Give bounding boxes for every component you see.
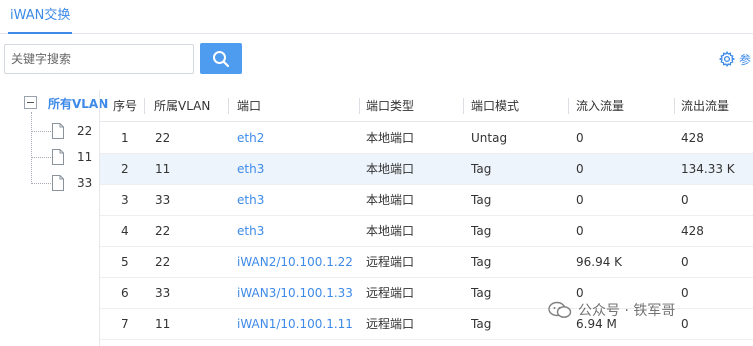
cell-port-mode: Tag [471, 317, 492, 331]
cell-index: 6 [121, 286, 129, 300]
document-icon [52, 149, 64, 165]
cell-vlan: 22 [155, 255, 171, 269]
settings-button[interactable]: 参 [719, 50, 751, 68]
vlan-tree: 所有VLAN 22 11 33 [0, 90, 108, 346]
cell-vlan: 22 [155, 224, 171, 238]
cell-index: 5 [121, 255, 129, 269]
table-row[interactable]: 4 22 eth3 本地端口 Tag 0 428 [100, 216, 753, 247]
tree-node-vlan[interactable]: 33 [31, 174, 92, 192]
cell-inbound-traffic: 0 [576, 131, 584, 145]
cell-outbound-traffic: 0 [681, 317, 689, 331]
cell-port-type: 远程端口 [366, 317, 415, 331]
cell-vlan: 22 [155, 131, 171, 145]
cell-port-mode: Tag [471, 162, 492, 176]
tree-node-label: 22 [77, 124, 93, 138]
cell-vlan: 11 [155, 317, 171, 331]
cell-port-link[interactable]: eth3 [237, 216, 264, 247]
cell-port-mode: Tag [471, 193, 492, 207]
cell-port-link[interactable]: iWAN3/10.100.1.33 [237, 278, 353, 309]
cell-outbound-traffic: 428 [681, 131, 704, 145]
table-row[interactable]: 5 22 iWAN2/10.100.1.22 远程端口 Tag 96.94 K … [100, 247, 753, 278]
cell-index: 2 [121, 162, 129, 176]
column-header-outbound-traffic[interactable]: 流出流量 [681, 90, 729, 122]
search-icon [213, 50, 230, 67]
cell-port-type: 本地端口 [366, 162, 415, 176]
cell-index: 1 [121, 131, 129, 145]
tree-node-label: 11 [77, 150, 93, 164]
gear-icon [719, 51, 735, 67]
column-header-index[interactable]: 序号 [113, 90, 137, 122]
cell-port-type: 本地端口 [366, 193, 415, 207]
cell-port-type: 本地端口 [366, 131, 415, 145]
cell-port-link[interactable]: eth3 [237, 185, 264, 216]
cell-inbound-traffic: 96.94 K [576, 255, 623, 269]
tab-bar: iWAN交换 [0, 0, 753, 34]
table-header: 序号 所属VLAN 端口 端口类型 端口模式 流入流量 流出流量 [100, 90, 753, 122]
cell-index: 4 [121, 224, 129, 238]
cell-outbound-traffic: 0 [681, 286, 689, 300]
tree-node-vlan[interactable]: 22 [31, 122, 92, 140]
table-row[interactable]: 3 33 eth3 本地端口 Tag 0 0 [100, 185, 753, 216]
cell-outbound-traffic: 134.33 K [681, 162, 735, 176]
document-icon [52, 123, 64, 139]
wechat-logo-icon [548, 301, 572, 318]
cell-outbound-traffic: 0 [681, 255, 689, 269]
table-row[interactable]: 2 11 eth3 本地端口 Tag 0 134.33 K [100, 154, 753, 185]
search-input[interactable] [4, 44, 194, 74]
column-header-inbound-traffic[interactable]: 流入流量 [576, 90, 624, 122]
settings-label: 参 [739, 52, 752, 67]
tab-iwan-switch[interactable]: iWAN交换 [8, 6, 73, 34]
cell-port-mode: Tag [471, 224, 492, 238]
cell-vlan: 33 [155, 193, 171, 207]
column-header-port[interactable]: 端口 [237, 90, 261, 122]
cell-port-link[interactable]: eth2 [237, 123, 264, 154]
table-row[interactable]: 1 22 eth2 本地端口 Untag 0 428 [100, 123, 753, 154]
cell-index: 3 [121, 193, 129, 207]
cell-vlan: 33 [155, 286, 171, 300]
cell-outbound-traffic: 0 [681, 193, 689, 207]
column-header-vlan[interactable]: 所属VLAN [154, 90, 210, 122]
cell-inbound-traffic: 0 [576, 193, 584, 207]
cell-port-link[interactable]: iWAN1/10.100.1.11 [237, 309, 353, 340]
cell-port-type: 远程端口 [366, 286, 415, 300]
watermark: 公众号 · 铁军哥 [548, 300, 675, 320]
cell-vlan: 11 [155, 162, 171, 176]
watermark-text: 公众号 · 铁军哥 [578, 303, 676, 319]
cell-port-type: 本地端口 [366, 224, 415, 238]
cell-port-type: 远程端口 [366, 255, 415, 269]
cell-port-link[interactable]: iWAN2/10.100.1.22 [237, 247, 353, 278]
cell-outbound-traffic: 428 [681, 224, 704, 238]
tree-node-label: 33 [77, 176, 93, 190]
document-icon [52, 175, 64, 191]
tree-node-vlan[interactable]: 11 [31, 148, 92, 166]
cell-index: 7 [121, 317, 129, 331]
cell-inbound-traffic: 0 [576, 162, 584, 176]
cell-port-mode: Untag [471, 131, 508, 145]
cell-port-link[interactable]: eth3 [237, 154, 264, 185]
search-button[interactable] [200, 43, 242, 74]
column-header-port-mode[interactable]: 端口模式 [471, 90, 519, 122]
collapse-icon[interactable] [24, 96, 37, 109]
cell-port-mode: Tag [471, 255, 492, 269]
cell-inbound-traffic: 0 [576, 224, 584, 238]
cell-port-mode: Tag [471, 286, 492, 300]
column-header-port-type[interactable]: 端口类型 [366, 90, 414, 122]
tree-root[interactable]: 所有VLAN [24, 96, 108, 111]
